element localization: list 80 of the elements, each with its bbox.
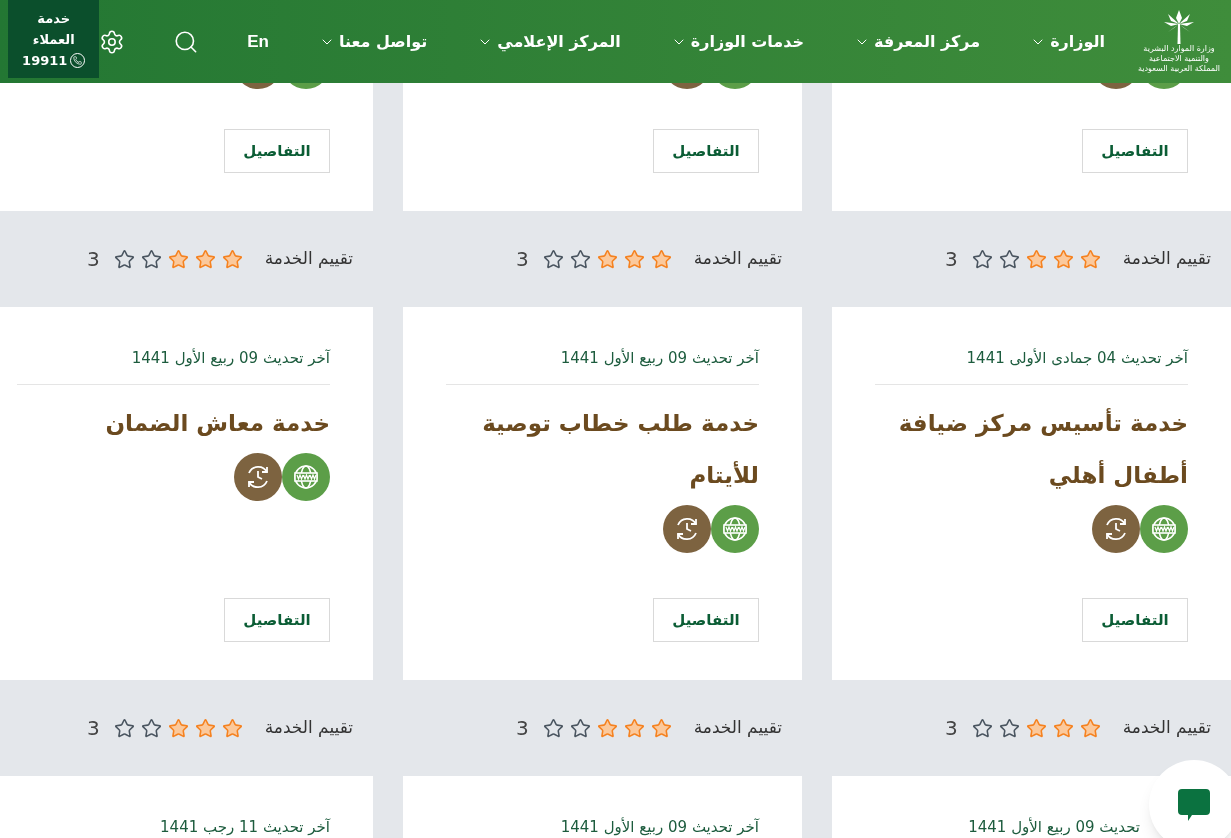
nav-menu-item[interactable]: مركز المعرفة	[854, 29, 981, 54]
star-icon[interactable]	[1079, 717, 1101, 739]
star-icon[interactable]	[194, 248, 216, 270]
nav-menu-item[interactable]: الوزارة	[1030, 29, 1105, 54]
star-icon[interactable]	[1079, 248, 1101, 270]
website-icon	[1140, 504, 1188, 553]
star-icon[interactable]	[623, 248, 645, 270]
palm-logo-icon	[1162, 9, 1196, 44]
details-button[interactable]: التفاصيل	[1082, 129, 1188, 173]
language-link[interactable]: En	[247, 28, 269, 55]
rating-label: تقييم الخدمة	[693, 716, 782, 740]
details-button[interactable]: التفاصيل	[224, 129, 330, 173]
logo-text: والتنمية الاجتماعية	[1149, 53, 1209, 64]
star-icon[interactable]	[113, 248, 135, 270]
update-date: آخر تحديث 09 ربيع الأول 1441	[17, 307, 330, 385]
star-icon[interactable]	[167, 717, 189, 739]
service-title: خدمة معاش الضمان	[104, 408, 330, 438]
update-date: آخر تحديث 09 ربيع الأول 1441	[446, 307, 759, 385]
star-icon[interactable]	[140, 717, 162, 739]
details-button[interactable]: التفاصيل	[653, 129, 759, 173]
star-rating[interactable]	[542, 717, 672, 739]
website-icon	[282, 452, 330, 501]
update-date: آخر تحديث 09 ربيع الأول 1441	[446, 776, 759, 838]
rating-label: تقييم الخدمة	[264, 247, 353, 271]
star-icon[interactable]	[1052, 248, 1074, 270]
star-icon[interactable]	[1052, 717, 1074, 739]
rating-value: 3	[515, 715, 529, 742]
service-title: خدمة طلب خطاب توصية للأيتام	[481, 408, 759, 491]
star-icon[interactable]	[971, 717, 993, 739]
rating-value: 3	[515, 246, 529, 273]
star-icon[interactable]	[596, 248, 618, 270]
rating-value: 3	[86, 715, 100, 742]
rating-value: 3	[86, 246, 100, 273]
star-icon[interactable]	[221, 248, 243, 270]
star-icon[interactable]	[221, 717, 243, 739]
history-icon	[234, 452, 282, 501]
star-icon[interactable]	[998, 248, 1020, 270]
history-icon	[1092, 504, 1140, 553]
phone-icon	[73, 55, 83, 65]
star-icon[interactable]	[596, 717, 618, 739]
nav-menu-item[interactable]: خدمات الوزارة	[670, 29, 805, 54]
rating-value: 3	[944, 246, 958, 273]
website-icon	[711, 504, 759, 553]
star-icon[interactable]	[623, 717, 645, 739]
star-icon[interactable]	[113, 717, 135, 739]
nav-menu-item[interactable]: المركز الإعلامي	[477, 29, 621, 54]
details-button[interactable]: التفاصيل	[224, 598, 330, 642]
star-icon[interactable]	[569, 717, 591, 739]
star-icon[interactable]	[542, 717, 564, 739]
star-rating[interactable]	[971, 717, 1101, 739]
chat-icon	[1176, 787, 1212, 823]
details-button[interactable]: التفاصيل	[653, 598, 759, 642]
star-icon[interactable]	[569, 248, 591, 270]
update-date: آخر تحديث 11 رجب 1441	[17, 776, 330, 838]
rating-label: تقييم الخدمة	[264, 716, 353, 740]
rating-label: تقييم الخدمة	[1122, 247, 1211, 271]
details-button[interactable]: التفاصيل	[1082, 598, 1188, 642]
star-rating[interactable]	[971, 248, 1101, 270]
star-icon[interactable]	[1025, 717, 1047, 739]
logo-text: وزارة الموارد البشرية	[1143, 43, 1215, 54]
star-icon[interactable]	[650, 717, 672, 739]
star-icon[interactable]	[140, 248, 162, 270]
star-icon[interactable]	[971, 248, 993, 270]
update-date: آخر تحديث 04 جمادى الأولى 1441	[875, 307, 1188, 385]
service-title: خدمة تأسيس مركز ضيافة أطفال أهلي	[897, 407, 1188, 491]
history-icon	[663, 504, 711, 553]
rating-label: تقييم الخدمة	[1122, 716, 1211, 740]
rating-value: 3	[944, 715, 958, 742]
star-rating[interactable]	[113, 248, 243, 270]
star-icon[interactable]	[1025, 248, 1047, 270]
nav-menu-item[interactable]: تواصل معنا	[318, 29, 428, 54]
star-icon[interactable]	[542, 248, 564, 270]
star-icon[interactable]	[167, 248, 189, 270]
star-icon[interactable]	[998, 717, 1020, 739]
star-icon[interactable]	[650, 248, 672, 270]
star-rating[interactable]	[113, 717, 243, 739]
logo-text: المملكة العربية السعودية	[1137, 63, 1221, 74]
rating-label: تقييم الخدمة	[693, 247, 782, 271]
star-rating[interactable]	[542, 248, 672, 270]
star-icon[interactable]	[194, 717, 216, 739]
